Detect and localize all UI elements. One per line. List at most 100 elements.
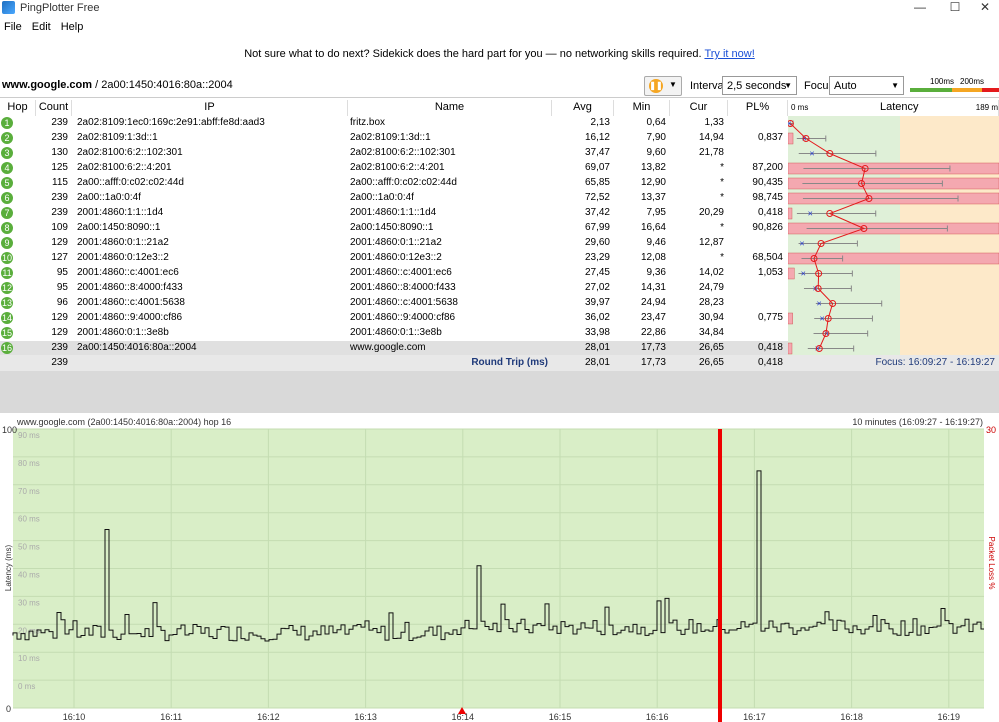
hop-avg: 29,60 [584, 237, 610, 248]
hop-row[interactable]: 13 96 2001:4860::c:4001:5638 2001:4860::c:4… [0, 296, 788, 311]
hop-count: 239 [51, 117, 68, 128]
packet-loss-bar [788, 132, 794, 145]
hop-cur: 12,87 [698, 237, 724, 248]
hop-min: 17,73 [640, 342, 666, 353]
hop-min: 9,46 [646, 237, 666, 248]
menu-edit[interactable]: Edit [28, 18, 57, 33]
packet-loss-bar [788, 207, 793, 220]
x-tick-label: 16:17 [743, 712, 766, 722]
minimize-button[interactable]: — [900, 0, 940, 16]
banner-link[interactable]: Try it now! [704, 48, 754, 60]
col-ip[interactable]: IP [72, 100, 348, 116]
y-tick-label: 40 ms [18, 571, 40, 580]
menu-file[interactable]: File [0, 18, 28, 33]
hop-row[interactable]: 10 127 2001:4860:0:12e3::2 2001:4860:0:12e3… [0, 251, 788, 266]
close-button[interactable]: ✕ [965, 0, 999, 16]
col-count[interactable]: Count [36, 100, 72, 116]
hop-row[interactable]: 2 239 2a02:8109:1:3d::1 2a02:8109:1:3d::1 16… [0, 131, 788, 146]
x-tick-label: 16:19 [938, 712, 961, 722]
hop-row[interactable]: 16 239 2a00:1450:4016:80a::2004 www.google.… [0, 341, 788, 356]
hop-avg: 37,47 [584, 147, 610, 158]
hop-number: 8 [1, 222, 13, 234]
hop-avg: 65,85 [584, 177, 610, 188]
hop-count: 239 [51, 132, 68, 143]
interval-select[interactable]: 2,5 seconds ▼ [722, 76, 797, 95]
pause-button[interactable]: ❚❚ ▼ [644, 76, 682, 96]
hop-row[interactable]: 9 129 2001:4860:0:1::21a2 2001:4860:0:1::21… [0, 236, 788, 251]
hop-row[interactable]: 5 115 2a00::afff:0:c02:c02:44d 2a00::afff:0… [0, 176, 788, 191]
x-tick-label: 16:18 [840, 712, 863, 722]
hop-cur: 14,94 [698, 132, 724, 143]
col-avg[interactable]: Avg [552, 100, 614, 116]
hop-pl: 90,435 [752, 177, 783, 188]
hop-row[interactable]: 3 130 2a02:8100:6:2::102:301 2a02:8100:6:2:… [0, 146, 788, 161]
timeline-chart: 90 ms80 ms70 ms60 ms50 ms40 ms30 ms20 ms… [2, 425, 996, 722]
menu-help[interactable]: Help [57, 18, 90, 33]
hop-min: 16,64 [640, 222, 666, 233]
focus-select[interactable]: Auto ▼ [829, 76, 904, 95]
hop-ip: 2001:4860::8:4000:f433 [77, 282, 183, 293]
latency-min-label: 0 ms [791, 103, 809, 112]
summary-label: Round Trip (ms) [471, 357, 548, 368]
col-latency[interactable]: 0 ms Latency 189 m [788, 100, 999, 116]
hop-row[interactable]: 7 239 2001:4860:1:1::1d4 2001:4860:1:1::1d4… [0, 206, 788, 221]
col-name[interactable]: Name [348, 100, 552, 116]
hop-ip: 2a00:1450:4016:80a::2004 [77, 342, 197, 353]
col-pl[interactable]: PL% [728, 100, 788, 116]
hop-cur: 28,23 [698, 297, 724, 308]
hop-row[interactable]: 1 239 2a02:8109:1ec0:169c:2e91:abff:fe8d:a… [0, 116, 788, 131]
target-host: www.google.com [2, 79, 93, 91]
hop-min: 14,31 [640, 282, 666, 293]
hop-count: 129 [51, 312, 68, 323]
col-cur[interactable]: Cur [670, 100, 728, 116]
hop-row[interactable]: 14 129 2001:4860::9:4000:cf86 2001:4860::9:… [0, 311, 788, 326]
hop-cur: 20,29 [698, 207, 724, 218]
hop-avg: 16,12 [584, 132, 610, 143]
hop-row[interactable]: 4 125 2a02:8100:6:2::4:201 2a02:8100:6:2::4… [0, 161, 788, 176]
hop-number: 4 [1, 162, 13, 174]
x-tick-label: 16:15 [549, 712, 572, 722]
hop-number: 12 [1, 282, 13, 294]
hop-row[interactable]: 8 109 2a00:1450:8090::1 2a00:1450:8090::1 67… [0, 221, 788, 236]
hop-row[interactable]: 12 95 2001:4860::8:4000:f433 2001:4860::8:4… [0, 281, 788, 296]
hop-avg: 39,97 [584, 297, 610, 308]
focus-value: Auto [834, 80, 857, 92]
latency-warn-zone [900, 116, 999, 356]
chevron-down-icon: ▼ [891, 81, 899, 90]
summary-count: 239 [51, 357, 68, 368]
hop-row[interactable]: 15 129 2001:4860:0:1::3e8b 2001:4860:0:1::3… [0, 326, 788, 341]
hop-ip: 2001:4860:0:1::21a2 [77, 237, 169, 248]
hop-name: 2a00::1a0:0:4f [350, 192, 414, 203]
y-axis-title: Latency (ms) [4, 545, 13, 592]
packet-loss-bar [788, 342, 793, 355]
col-hop[interactable]: Hop [0, 100, 36, 116]
hop-ip: 2a02:8100:6:2::102:301 [77, 147, 183, 158]
hop-row[interactable]: 6 239 2a00::1a0:0:4f 2a00::1a0:0:4f 72,52 13,… [0, 191, 788, 206]
hop-number: 7 [1, 207, 13, 219]
hop-avg: 37,42 [584, 207, 610, 218]
chevron-down-icon[interactable]: ▼ [669, 80, 677, 89]
interval-label: Interval [690, 80, 727, 92]
hop-count: 125 [51, 162, 68, 173]
hop-count: 95 [56, 282, 68, 293]
col-min[interactable]: Min [614, 100, 670, 116]
latency-current-mark: × [799, 239, 804, 249]
hop-name: 2a02:8100:6:2::102:301 [350, 147, 456, 158]
summary-min: 17,73 [640, 357, 666, 368]
banner-text: Not sure what to do next? Sidekick does … [244, 48, 702, 60]
hop-number: 11 [1, 267, 13, 279]
timeline-panel: www.google.com (2a00:1450:4016:80a::2004… [0, 413, 999, 722]
hop-count: 130 [51, 147, 68, 158]
hop-count: 96 [56, 297, 68, 308]
hop-number: 10 [1, 252, 13, 264]
hop-avg: 72,52 [584, 192, 610, 203]
y-tick-label: 50 ms [18, 543, 40, 552]
hop-count: 239 [51, 342, 68, 353]
hop-pl: 0,418 [757, 342, 783, 353]
hop-name: 2001:4860::9:4000:cf86 [350, 312, 456, 323]
target-address[interactable]: www.google.com / 2a00:1450:4016:80a::200… [2, 79, 233, 91]
hop-name: 2a00:1450:8090::1 [350, 222, 434, 233]
x-tick-label: 16:11 [160, 712, 182, 722]
hop-row[interactable]: 11 95 2001:4860::c:4001:ec6 2001:4860::c:40… [0, 266, 788, 281]
latency-current-mark: × [817, 299, 822, 309]
